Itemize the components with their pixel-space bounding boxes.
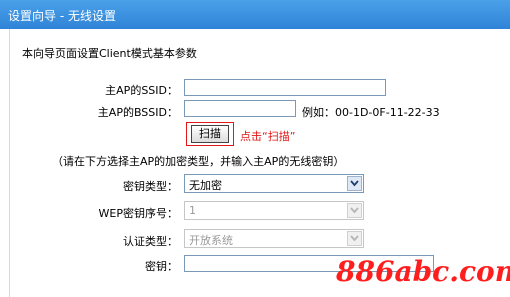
auth-type-select[interactable]: 开放系统 bbox=[184, 229, 364, 248]
scan-button[interactable]: 扫描 bbox=[191, 125, 229, 143]
auth-type-value: 开放系统 bbox=[189, 234, 233, 247]
wep-index-select[interactable]: 1 bbox=[184, 201, 364, 220]
chevron-down-icon[interactable] bbox=[347, 203, 362, 218]
key-type-select[interactable]: 无加密 bbox=[184, 174, 364, 193]
key-type-value: 无加密 bbox=[189, 179, 222, 192]
encryption-instruction: （请在下方选择主AP的加密类型，并输入主AP的无线密钥） bbox=[52, 155, 345, 168]
wep-index-label: WEP密钥序号： bbox=[98, 207, 178, 220]
intro-text: 本向导页面设置Client模式基本参数 bbox=[22, 47, 197, 60]
chevron-down-icon[interactable] bbox=[347, 176, 362, 191]
scan-hint: 点击“扫描” bbox=[240, 130, 296, 143]
watermark-logo: 886abc.com bbox=[336, 255, 510, 288]
bssid-label: 主AP的BSSID： bbox=[97, 106, 178, 119]
wep-index-value: 1 bbox=[189, 204, 196, 217]
chevron-down-icon[interactable] bbox=[347, 231, 362, 246]
wizard-title-bar: 设置向导 - 无线设置 bbox=[0, 0, 510, 29]
bssid-input[interactable] bbox=[184, 100, 296, 117]
ssid-label: 主AP的SSID： bbox=[105, 84, 178, 97]
bssid-example: 例如：00-1D-0F-11-22-33 bbox=[302, 106, 440, 119]
wizard-title: 设置向导 - 无线设置 bbox=[8, 9, 116, 23]
auth-type-label: 认证类型： bbox=[123, 235, 178, 248]
key-label: 密钥： bbox=[145, 260, 178, 273]
scan-highlight-box: 扫描 bbox=[186, 122, 234, 146]
ssid-input[interactable] bbox=[184, 79, 386, 96]
key-type-label: 密钥类型： bbox=[123, 180, 178, 193]
